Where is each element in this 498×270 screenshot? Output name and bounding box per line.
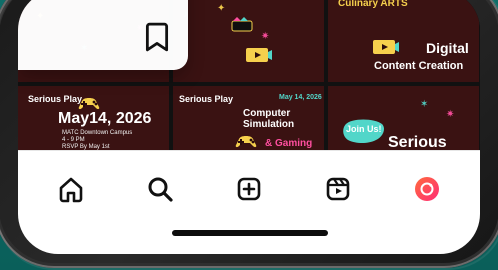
nav-create-button[interactable] xyxy=(227,171,271,207)
video-icon xyxy=(246,48,272,62)
reels-icon xyxy=(326,177,350,201)
confetti-decoration: ✦ xyxy=(217,3,226,14)
nav-search-button[interactable] xyxy=(138,171,182,207)
tile-top-text: Serious Play xyxy=(28,94,83,104)
post-tile[interactable]: Serious Play May14, 2026 MATC Downtown C… xyxy=(18,86,169,158)
post-tile[interactable]: Culinary ARTS Digital Content Creation xyxy=(328,0,479,82)
home-icon xyxy=(59,177,82,203)
event-date: May14, 2026 xyxy=(58,110,152,127)
nav-profile-button[interactable] xyxy=(405,171,449,207)
bottom-navigation xyxy=(18,150,480,254)
gamepad-icon xyxy=(78,98,100,110)
bookmark-icon[interactable] xyxy=(144,22,170,52)
video-icon xyxy=(373,40,399,54)
tile-subtitle: Content Creation xyxy=(374,60,464,72)
plus-square-icon xyxy=(237,177,261,201)
tile-title: Digital xyxy=(426,40,469,56)
tile-title: Computer Simulation xyxy=(243,108,295,130)
gamepad-icon xyxy=(235,136,257,148)
tile-top-text: Culinary ARTS xyxy=(338,0,408,9)
confetti-decoration: ✶ xyxy=(420,99,429,110)
screenshot-scene: ✦ ✶ ✷ ♪ ✦ ✷ Culinary xyxy=(0,0,498,270)
post-tile[interactable]: ♪ ✦ ✷ xyxy=(173,0,324,82)
home-indicator xyxy=(172,230,328,236)
bookmark-toast xyxy=(18,0,188,70)
join-text: Join Us! xyxy=(346,124,382,134)
nav-home-button[interactable] xyxy=(49,171,93,207)
confetti-decoration: ✷ xyxy=(261,31,270,42)
post-tile[interactable]: Join Us! Serious ✶ ✷ xyxy=(328,86,479,158)
confetti-decoration: ✷ xyxy=(446,109,455,120)
event-date: May 14, 2026 xyxy=(279,94,322,101)
film-clapper-icon xyxy=(231,17,253,32)
tile-top-text: Serious Play xyxy=(179,94,234,104)
tile-subtitle: & Gaming xyxy=(265,138,313,149)
nav-reels-button[interactable] xyxy=(316,171,360,207)
post-tile[interactable]: Serious Play May 14, 2026 Computer Simul… xyxy=(173,86,324,158)
bottom-navigation-items xyxy=(18,169,480,209)
profile-icon xyxy=(415,177,440,201)
phone-screen: ✦ ✶ ✷ ♪ ✦ ✷ Culinary xyxy=(18,0,480,254)
search-icon xyxy=(148,177,173,202)
event-details: MATC Downtown Campus 4 - 9 PM RSVP By Ma… xyxy=(62,130,133,150)
